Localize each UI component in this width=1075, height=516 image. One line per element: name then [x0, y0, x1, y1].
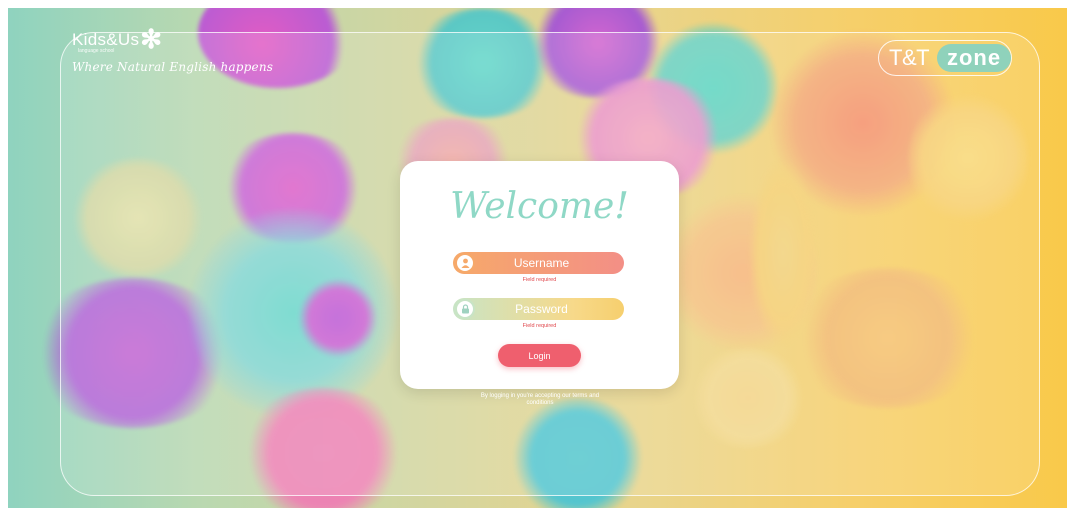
username-error: Field required — [522, 277, 557, 283]
brand-name: Kids&Us ✻ — [72, 24, 273, 54]
zone-badge: zone — [937, 44, 1011, 72]
brand-name-text: Kids&Us — [72, 30, 140, 49]
username-placeholder: Username — [513, 256, 570, 270]
tt-logo-text: T&T — [889, 45, 930, 70]
kidsandus-logo: Kids&Us ✻ language school Where Natural … — [72, 24, 274, 74]
terms-notice[interactable]: By logging in you're accepting our terms… — [480, 393, 600, 407]
user-icon — [455, 253, 475, 273]
tt-zone-logo: T&T zone — [878, 40, 1012, 76]
brand-subtitle: language school — [78, 48, 115, 54]
password-input[interactable]: Password — [453, 298, 624, 320]
brand-tagline: Where Natural English happens — [72, 60, 274, 74]
password-placeholder: Password — [515, 302, 568, 316]
lock-icon — [455, 299, 475, 319]
login-button[interactable]: Login — [498, 344, 581, 367]
login-card: Welcome! Username Field required Passwor… — [400, 161, 679, 389]
username-input[interactable]: Username — [453, 252, 624, 274]
welcome-title: Welcome! — [450, 186, 629, 227]
password-error: Field required — [522, 323, 557, 329]
asterisk-icon: ✻ — [140, 24, 163, 54]
